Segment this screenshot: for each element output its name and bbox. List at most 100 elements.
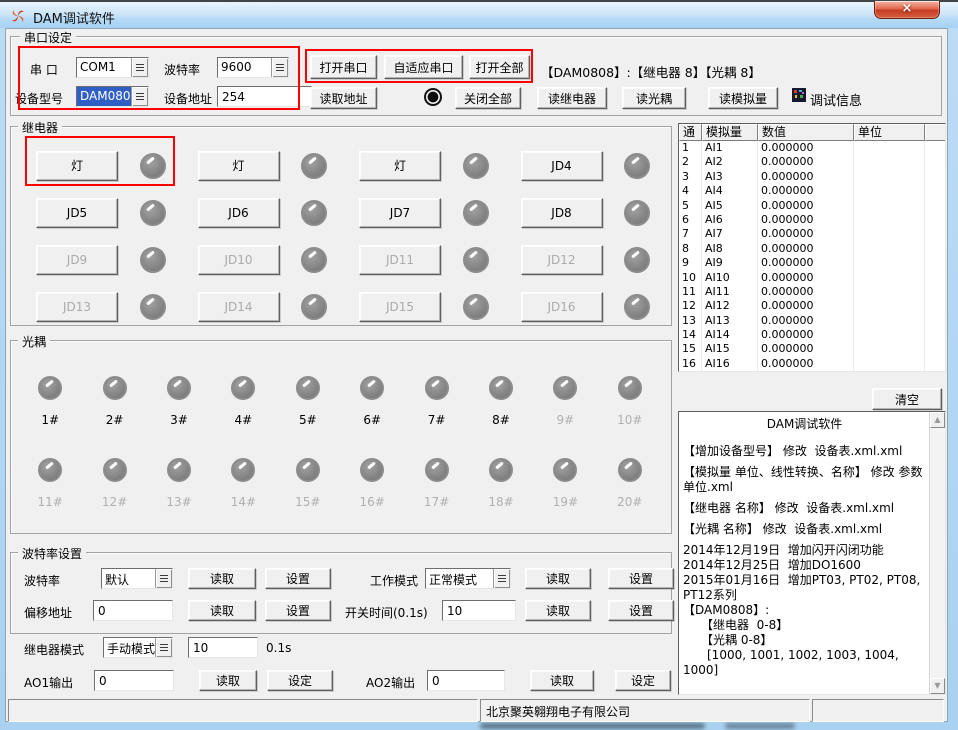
baud-label: 波特率 — [164, 61, 200, 78]
auto-adapt-serial-button[interactable]: 自适应串口 — [384, 55, 463, 79]
relay-time-input[interactable] — [188, 637, 258, 658]
baud-read-button[interactable]: 读取 — [188, 568, 256, 589]
debug-info-icon — [792, 88, 806, 102]
titlebar[interactable]: DAM调试软件 — [0, 2, 958, 28]
offset-address-input[interactable] — [93, 600, 173, 621]
relay-button-12[interactable]: JD12 — [521, 245, 603, 275]
analog-table-header-3[interactable]: 单位 — [854, 124, 925, 141]
device-model-combo[interactable]: DAM0808 — [76, 86, 149, 107]
work-mode-set-button[interactable]: 设置 — [608, 568, 674, 589]
relay-button-13[interactable]: JD13 — [36, 292, 118, 322]
analog-table-row[interactable]: 2AI20.000000 — [679, 155, 945, 169]
analog-table-header-4[interactable] — [925, 124, 945, 141]
analog-table-row[interactable]: 14AI140.000000 — [679, 328, 945, 342]
relay-button-8[interactable]: JD8 — [521, 198, 603, 228]
opto-cell: 17# — [404, 458, 468, 509]
ao2-set-button[interactable]: 设定 — [615, 670, 671, 691]
analog-table-row[interactable]: 6AI60.000000 — [679, 213, 945, 227]
open-serial-button[interactable]: 打开串口 — [310, 55, 377, 79]
work-mode-combo[interactable]: 正常模式 — [425, 568, 511, 589]
combo-dropdown-icon[interactable] — [131, 58, 148, 77]
relay-button-16[interactable]: JD16 — [521, 292, 603, 322]
relay-cell: 灯 — [180, 142, 342, 189]
opto-led-indicator-10 — [618, 376, 642, 400]
relay-button-2[interactable]: 灯 — [198, 151, 280, 181]
ao2-input[interactable] — [427, 670, 505, 691]
relay-button-1[interactable]: 灯 — [36, 151, 118, 181]
opto-led-indicator-13 — [167, 458, 191, 482]
baud-set-button[interactable]: 设置 — [265, 568, 331, 589]
analog-table-row[interactable]: 15AI150.000000 — [679, 342, 945, 356]
read-analog-button[interactable]: 读模拟量 — [708, 87, 778, 109]
ao2-read-button[interactable]: 读取 — [530, 670, 594, 691]
switch-time-read-button[interactable]: 读取 — [525, 600, 591, 621]
baud-combo[interactable]: 9600 — [217, 57, 289, 78]
relay-button-10[interactable]: JD10 — [198, 245, 280, 275]
relay-button-9[interactable]: JD9 — [36, 245, 118, 275]
analog-table-cell: 0.000000 — [758, 227, 854, 241]
relay-led-indicator-14 — [301, 294, 327, 320]
combo-dropdown-icon[interactable] — [271, 58, 288, 77]
analog-table-cell: 3 — [679, 170, 702, 184]
offset-set-button[interactable]: 设置 — [265, 600, 331, 621]
combo-dropdown-icon[interactable] — [155, 569, 172, 588]
ao1-set-button[interactable]: 设定 — [267, 670, 333, 691]
relay-mode-combo[interactable]: 手动模式 — [103, 637, 173, 658]
relay-button-4[interactable]: JD4 — [521, 151, 603, 181]
analog-table-row[interactable]: 9AI90.000000 — [679, 256, 945, 270]
clear-button[interactable]: 清空 — [872, 388, 942, 410]
analog-table-header-2[interactable]: 数值 — [758, 124, 854, 141]
switch-time-set-button[interactable]: 设置 — [608, 600, 674, 621]
read-opto-button[interactable]: 读光耦 — [622, 87, 686, 109]
ao1-input[interactable] — [94, 670, 174, 691]
app-icon — [10, 8, 26, 24]
info-line: [1000, 1001, 1002, 1003, 1004, 1000] — [683, 648, 926, 678]
scroll-up-icon[interactable]: ▲ — [930, 412, 945, 428]
analog-table-cell — [925, 199, 945, 213]
analog-table-row[interactable]: 12AI120.000000 — [679, 299, 945, 313]
analog-table-cell: 16 — [679, 357, 702, 371]
work-mode-read-button[interactable]: 读取 — [525, 568, 591, 589]
relay-button-5[interactable]: JD5 — [36, 198, 118, 228]
relay-cell: JD10 — [180, 236, 342, 283]
relay-button-6[interactable]: JD6 — [198, 198, 280, 228]
analog-table-row[interactable]: 5AI50.000000 — [679, 199, 945, 213]
info-scrollbar[interactable]: ▲ ▼ — [929, 412, 945, 694]
baud-settings-group-title: 波特率设置 — [18, 545, 86, 562]
scroll-down-icon[interactable]: ▼ — [930, 678, 945, 694]
analog-table-row[interactable]: 3AI30.000000 — [679, 170, 945, 184]
analog-table-row[interactable]: 10AI100.000000 — [679, 271, 945, 285]
analog-table-row[interactable]: 11AI110.000000 — [679, 285, 945, 299]
relay-button-14[interactable]: JD14 — [198, 292, 280, 322]
relay-button-3[interactable]: 灯 — [359, 151, 441, 181]
close-all-button[interactable]: 关闭全部 — [455, 87, 521, 109]
analog-table-header-0[interactable]: 通 — [679, 124, 702, 141]
analog-table-cell — [854, 342, 925, 356]
relay-button-7[interactable]: JD7 — [359, 198, 441, 228]
relay-button-11[interactable]: JD11 — [359, 245, 441, 275]
analog-table-row[interactable]: 13AI130.000000 — [679, 314, 945, 328]
baud-rate-combo[interactable]: 默认 — [101, 568, 173, 589]
port-combo[interactable]: COM1 — [76, 57, 149, 78]
device-address-input[interactable] — [217, 86, 312, 107]
read-address-button[interactable]: 读取地址 — [310, 87, 377, 109]
read-relay-button[interactable]: 读继电器 — [537, 87, 607, 109]
relay-button-15[interactable]: JD15 — [359, 292, 441, 322]
ao1-read-button[interactable]: 读取 — [199, 670, 257, 691]
analog-table-row[interactable]: 1AI10.000000 — [679, 141, 945, 155]
analog-table-row[interactable]: 8AI80.000000 — [679, 242, 945, 256]
switch-time-input[interactable] — [442, 600, 516, 621]
open-all-button[interactable]: 打开全部 — [469, 55, 530, 79]
analog-table-header-1[interactable]: 模拟量 — [702, 124, 758, 141]
analog-table: 通模拟量数值单位 1AI10.0000002AI20.0000003AI30.0… — [678, 123, 946, 372]
combo-dropdown-icon[interactable] — [493, 569, 510, 588]
combo-dropdown-icon[interactable] — [155, 638, 172, 657]
analog-table-row[interactable]: 4AI40.000000 — [679, 184, 945, 198]
opto-led-indicator-20 — [618, 458, 642, 482]
offset-read-button[interactable]: 读取 — [188, 600, 256, 621]
analog-table-row[interactable]: 7AI70.000000 — [679, 227, 945, 241]
analog-table-cell: 11 — [679, 285, 702, 299]
close-button[interactable]: × — [874, 1, 940, 19]
analog-table-row[interactable]: 16AI160.000000 — [679, 357, 945, 371]
combo-dropdown-icon[interactable] — [131, 87, 148, 106]
